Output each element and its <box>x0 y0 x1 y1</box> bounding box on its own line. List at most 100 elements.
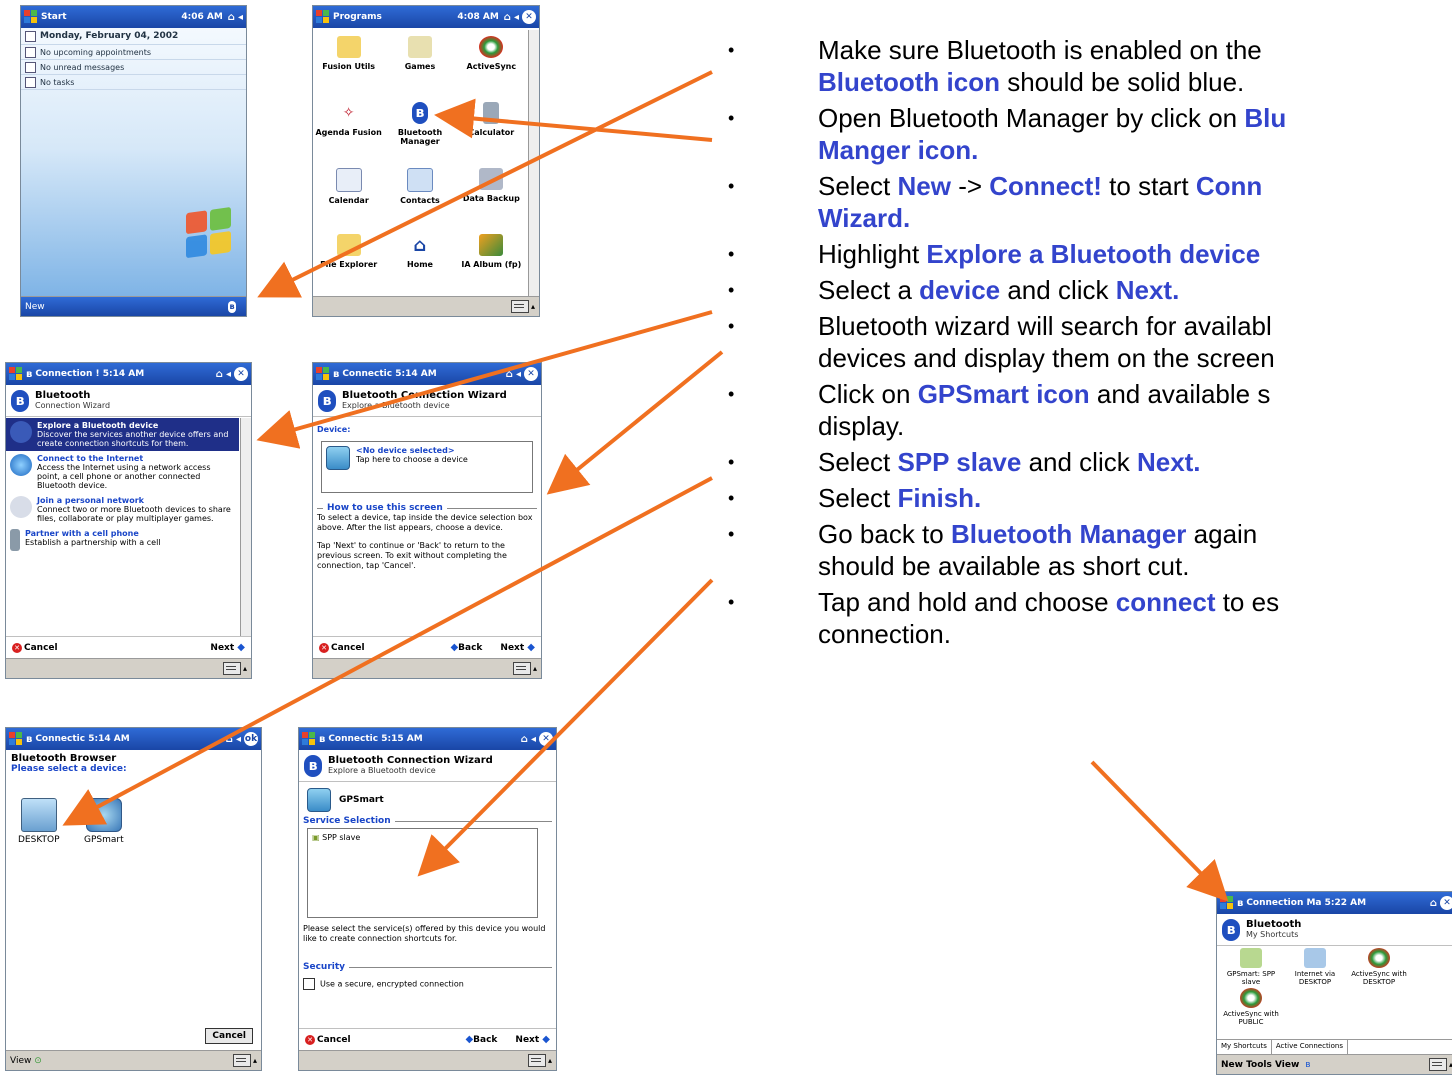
next-button[interactable]: Next ◆ <box>500 642 535 653</box>
volume-icon[interactable]: ◂ <box>238 12 243 23</box>
step-11: • Tap and hold and choose connect to es co… <box>728 586 1452 650</box>
tab-active-connections[interactable]: Active Connections <box>1272 1040 1349 1054</box>
shortcut-gpsmart-spp[interactable]: GPSmart: SPP slave <box>1221 948 1281 986</box>
today-messages-row[interactable]: No unread messages <box>21 60 246 75</box>
secure-checkbox[interactable] <box>303 978 315 990</box>
close-icon[interactable]: ✕ <box>234 367 248 381</box>
view-menu[interactable]: View ⊙ <box>10 1056 42 1066</box>
keyboard-icon[interactable] <box>512 662 531 675</box>
keyboard-icon[interactable] <box>510 300 529 313</box>
option-connect-internet[interactable]: Connect to the Internet Access the Intern… <box>6 451 239 493</box>
device-desktop[interactable]: DESKTOP <box>18 798 60 845</box>
input-menu-caret[interactable]: ▴ <box>531 302 535 311</box>
today-tasks-row[interactable]: No tasks <box>21 75 246 90</box>
keyboard-icon[interactable] <box>232 1054 251 1067</box>
back-button[interactable]: ◆Back <box>465 1034 497 1045</box>
bluetooth-tray-icon[interactable]: ʙ <box>1305 1060 1310 1070</box>
today-appointments-row[interactable]: No upcoming appointments <box>21 45 246 60</box>
volume-icon[interactable]: ◂ <box>226 369 231 380</box>
app-bluetooth-manager[interactable]: ʙ Bluetooth Manager <box>384 96 455 162</box>
keyboard-icon[interactable] <box>222 662 241 675</box>
close-icon[interactable]: ✕ <box>539 732 553 746</box>
cancel-button[interactable]: Cancel <box>205 1028 253 1044</box>
service-item-spp-slave[interactable]: SPP slave <box>322 833 360 842</box>
games-folder-icon <box>407 36 432 58</box>
option-explore-device[interactable]: Explore a Bluetooth device Discover the s… <box>6 418 239 451</box>
start-flag-icon[interactable] <box>1220 896 1234 910</box>
input-menu-caret[interactable]: ▴ <box>253 1056 257 1065</box>
connectivity-icon[interactable]: ⌂ <box>504 12 511 23</box>
connectivity-icon[interactable]: ⌂ <box>228 12 235 23</box>
ok-icon[interactable]: ok <box>244 732 258 746</box>
device-gpsmart[interactable]: GPSmart <box>84 798 124 845</box>
menu-bar[interactable]: New Tools View <box>1221 1060 1299 1070</box>
start-flag-icon[interactable] <box>316 10 330 24</box>
app-games[interactable]: Games <box>384 30 455 96</box>
step-highlight: Finish. <box>897 483 982 513</box>
volume-icon[interactable]: ◂ <box>531 734 536 745</box>
shortcut-activesync-desktop[interactable]: ActiveSync with DESKTOP <box>1349 948 1409 986</box>
option-title: Explore a Bluetooth device <box>37 421 159 430</box>
input-menu-caret[interactable]: ▴ <box>533 664 537 673</box>
step-text: Select a <box>818 275 920 305</box>
app-fusion-utils[interactable]: Fusion Utils <box>313 30 384 96</box>
volume-icon[interactable]: ◂ <box>516 369 521 380</box>
app-contacts[interactable]: Contacts <box>384 162 455 228</box>
close-icon[interactable]: ✕ <box>522 10 536 24</box>
bottom-bar: New ʙ <box>21 296 246 316</box>
input-menu-caret[interactable]: ▴ <box>548 1056 552 1065</box>
keyboard-icon[interactable] <box>1428 1058 1447 1071</box>
scrollbar[interactable] <box>240 418 251 636</box>
app-activesync[interactable]: ActiveSync <box>456 30 527 96</box>
bottom-bar: ▴ <box>299 1050 556 1070</box>
keyboard-icon[interactable] <box>527 1054 546 1067</box>
next-arrow-icon: ◆ <box>237 642 245 653</box>
step-highlight: SPP slave <box>897 447 1022 477</box>
start-flag-icon[interactable] <box>316 367 330 381</box>
step-text: Select <box>818 483 898 513</box>
close-icon[interactable]: ✕ <box>1440 896 1452 910</box>
service-icon: ▣ <box>312 833 320 842</box>
today-date-row[interactable]: Monday, February 04, 2002 <box>21 28 246 45</box>
next-button[interactable]: Next ◆ <box>515 1034 550 1045</box>
device-selection-box[interactable]: <No device selected> Tap here to choose a… <box>321 441 533 493</box>
cancel-button[interactable]: ✕ Cancel <box>319 642 365 653</box>
app-ia-album[interactable]: IA Album (fp) <box>456 228 527 294</box>
tab-my-shortcuts[interactable]: My Shortcuts <box>1217 1040 1272 1054</box>
next-label: Next <box>500 643 525 653</box>
cancel-button[interactable]: ✕ Cancel <box>305 1034 351 1045</box>
connectivity-icon[interactable]: ⌂ <box>521 734 528 745</box>
start-flag-icon[interactable] <box>9 367 23 381</box>
close-icon[interactable]: ✕ <box>524 367 538 381</box>
volume-icon[interactable]: ◂ <box>236 734 241 745</box>
bluetooth-tray-icon[interactable]: ʙ <box>228 300 236 313</box>
new-softkey[interactable]: New <box>25 302 45 312</box>
shortcut-internet-desktop[interactable]: Internet via DESKTOP <box>1285 948 1345 986</box>
connectivity-icon[interactable]: ⌂ <box>226 734 233 745</box>
app-file-explorer[interactable]: File Explorer <box>313 228 384 294</box>
secure-connection-option[interactable]: Use a secure, encrypted connection <box>303 978 552 990</box>
scrollbar[interactable] <box>528 30 539 296</box>
start-flag-icon[interactable] <box>9 732 23 746</box>
volume-icon[interactable]: ◂ <box>514 12 519 23</box>
cancel-button[interactable]: ✕ Cancel <box>12 642 58 653</box>
input-menu-caret[interactable]: ▴ <box>243 664 247 673</box>
header-subtitle: Please select a device: <box>11 764 127 774</box>
connectivity-icon[interactable]: ⌂ <box>506 369 513 380</box>
option-partner-phone[interactable]: Partner with a cell phone Establish a par… <box>6 526 239 554</box>
shortcut-activesync-public[interactable]: ActiveSync with PUBLIC <box>1221 988 1281 1026</box>
app-home[interactable]: ⌂ Home <box>384 228 455 294</box>
start-flag-icon[interactable] <box>24 10 38 24</box>
next-button[interactable]: Next ◆ <box>210 642 245 653</box>
service-list[interactable]: ▣ SPP slave <box>307 828 538 918</box>
app-agenda-fusion[interactable]: ✧ Agenda Fusion <box>313 96 384 162</box>
back-button[interactable]: ◆Back <box>450 642 482 653</box>
app-calendar[interactable]: Calendar <box>313 162 384 228</box>
app-calculator[interactable]: Calculator <box>456 96 527 162</box>
app-data-backup[interactable]: Data Backup <box>456 162 527 228</box>
connectivity-icon[interactable]: ⌂ <box>1430 898 1437 909</box>
connectivity-icon[interactable]: ⌂ <box>216 369 223 380</box>
option-join-network[interactable]: Join a personal network Connect two or mo… <box>6 493 239 526</box>
start-flag-icon[interactable] <box>302 732 316 746</box>
bluetooth-browser-screen: ʙ Connectic 5:14 AM ⌂ ◂ ok Bluetooth Bro… <box>5 727 262 1071</box>
